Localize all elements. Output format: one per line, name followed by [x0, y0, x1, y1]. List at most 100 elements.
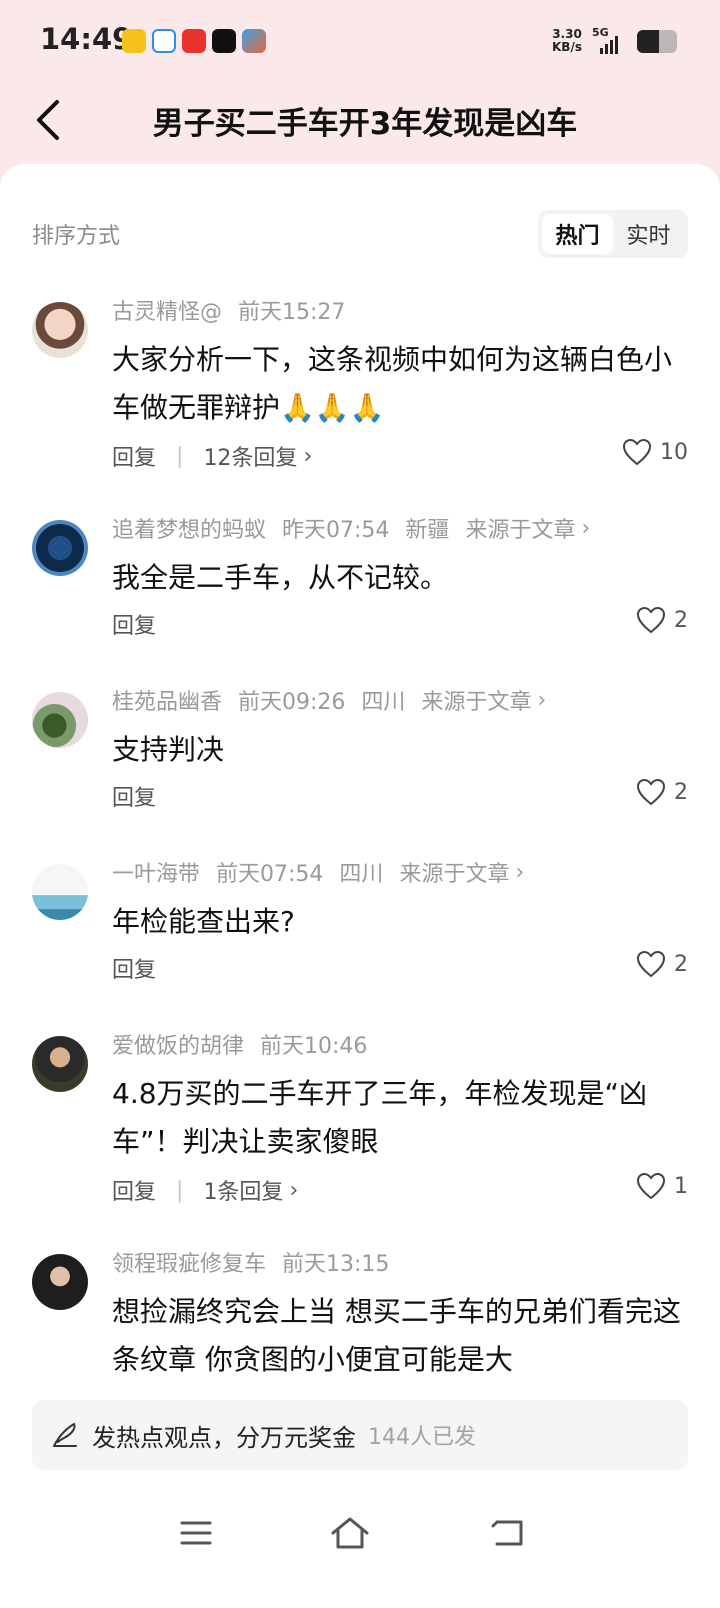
battery-icon — [637, 30, 677, 53]
avatar[interactable] — [32, 302, 88, 358]
menu-button[interactable] — [166, 1510, 226, 1556]
like-button[interactable]: 10 — [622, 438, 688, 466]
menu-icon — [180, 1521, 212, 1545]
comment-source-link[interactable]: 来源于文章 — [399, 856, 509, 888]
comments-panel: 排序方式 热门 实时 古灵精怪@ 前天15:27 大家分析一下，这条视频中如何为… — [0, 164, 720, 1608]
comment-time: 前天09:26 — [238, 690, 346, 715]
comment-username[interactable]: 爱做饭的胡律 — [112, 1028, 244, 1060]
chevron-right-icon: › — [581, 515, 591, 541]
status-time: 14:49 — [40, 22, 133, 56]
comment-source-link[interactable]: 来源于文章 — [421, 684, 531, 716]
comment-meta: 桂苑品幽香 前天09:26 四川 来源于文章 › — [112, 684, 562, 716]
comment-actions: 回复 — [112, 780, 156, 812]
comment-time: 前天15:27 — [238, 300, 346, 325]
divider: | — [176, 1177, 184, 1203]
comment-username[interactable]: 桂苑品幽香 — [112, 684, 222, 716]
heart-icon — [636, 606, 666, 634]
view-replies-link[interactable]: 1条回复 — [203, 1174, 283, 1206]
comment-meta: 古灵精怪@ 前天15:27 — [112, 294, 361, 326]
view-replies-link[interactable]: 12条回复 — [203, 440, 297, 472]
reply-button[interactable]: 回复 — [112, 952, 156, 984]
like-button[interactable]: 1 — [636, 1172, 688, 1200]
like-button[interactable]: 2 — [636, 606, 688, 634]
comment-source-link[interactable]: 来源于文章 — [465, 512, 575, 544]
avatar[interactable] — [32, 1254, 88, 1310]
chevron-right-icon: › — [515, 859, 525, 885]
comment-text[interactable]: 我全是二手车，从不记较。 — [112, 554, 684, 602]
status-bar: 14:49 3.30 KB/s 5G — [0, 0, 720, 84]
comment-username[interactable]: 领程瑕疵修复车 — [112, 1246, 266, 1278]
avatar[interactable] — [32, 864, 88, 920]
system-navbar — [0, 1490, 720, 1608]
avatar[interactable] — [32, 520, 88, 576]
comment-actions: 回复 | 12条回复 › — [112, 440, 312, 472]
comment-meta: 爱做饭的胡律 前天10:46 — [112, 1028, 383, 1060]
network-speed: 3.30 KB/s — [552, 28, 582, 54]
comment-username[interactable]: 一叶海带 — [112, 856, 200, 888]
like-count: 2 — [674, 607, 688, 633]
chevron-right-icon: › — [537, 687, 547, 713]
back-icon — [491, 1520, 523, 1546]
reply-button[interactable]: 回复 — [112, 608, 156, 640]
comment-location: 四川 — [361, 690, 406, 715]
post-count: 144人已发 — [368, 1425, 476, 1450]
like-count: 10 — [660, 439, 688, 465]
page-title: 男子买二手车开3年发现是凶车 — [152, 106, 578, 142]
comment-username[interactable]: 追着梦想的蚂蚁 — [112, 512, 266, 544]
like-count: 2 — [674, 779, 688, 805]
comment-meta: 一叶海带 前天07:54 四川 来源于文章 › — [112, 856, 540, 888]
network-speed-unit: KB/s — [552, 40, 582, 54]
reply-button[interactable]: 回复 — [112, 440, 156, 472]
comment-location: 新疆 — [405, 518, 450, 543]
sort-option-latest[interactable]: 实时 — [613, 214, 684, 254]
heart-icon — [636, 1172, 666, 1200]
tiktok-icon — [212, 29, 236, 53]
comment-time: 前天13:15 — [282, 1252, 390, 1277]
back-nav-button[interactable] — [478, 1510, 538, 1556]
app-notification-icon — [122, 29, 146, 53]
chevron-right-icon: › — [303, 443, 313, 469]
comment-time: 昨天07:54 — [282, 518, 390, 543]
sort-option-hot[interactable]: 热门 — [542, 214, 613, 254]
sort-toggle: 热门 实时 — [538, 210, 688, 258]
heart-icon — [636, 950, 666, 978]
like-count: 2 — [674, 951, 688, 977]
comment-actions: 回复 — [112, 608, 156, 640]
like-count: 1 — [674, 1173, 688, 1199]
comment-location: 四川 — [339, 862, 384, 887]
comment-time: 前天07:54 — [216, 862, 324, 887]
sort-row: 排序方式 热门 实时 — [32, 210, 688, 258]
like-button[interactable]: 2 — [636, 950, 688, 978]
reply-button[interactable]: 回复 — [112, 1174, 156, 1206]
comment-text[interactable]: 大家分析一下，这条视频中如何为这辆白色小车做无罪辩护🙏🙏🙏 — [112, 336, 684, 432]
comment-text[interactable]: 年检能查出来? — [112, 898, 684, 946]
post-opinion-bar[interactable]: 发热点观点，分万元奖金 144人已发 — [32, 1400, 688, 1470]
app-notification-icon — [152, 29, 176, 53]
heart-icon — [622, 438, 652, 466]
comment-time: 前天10:46 — [260, 1034, 368, 1059]
like-button[interactable]: 2 — [636, 778, 688, 806]
avatar[interactable] — [32, 692, 88, 748]
chevron-right-icon: › — [289, 1177, 299, 1203]
notification-icons — [122, 29, 266, 53]
divider: | — [176, 443, 184, 469]
comment-username[interactable]: 古灵精怪@ — [112, 294, 222, 326]
reply-button[interactable]: 回复 — [112, 780, 156, 812]
heart-icon — [636, 778, 666, 806]
header: 男子买二手车开3年发现是凶车 — [0, 84, 720, 164]
post-opinion-text: 发热点观点，分万元奖金 — [92, 1423, 356, 1452]
comment-meta: 领程瑕疵修复车 前天13:15 — [112, 1246, 405, 1278]
comment-text[interactable]: 支持判决 — [112, 726, 684, 774]
home-icon — [331, 1517, 369, 1549]
comment-actions: 回复 — [112, 952, 156, 984]
comment-text[interactable]: 4.8万买的二手车开了三年，年检发现是“凶车”！判决让卖家傻眼 — [112, 1070, 684, 1166]
comment-text[interactable]: 想捡漏终究会上当 想买二手车的兄弟们看完这条纹章 你贪图的小便宜可能是大 — [112, 1288, 684, 1384]
app-notification-icon — [182, 29, 206, 53]
game-app-icon — [242, 29, 266, 53]
comment-meta: 追着梦想的蚂蚁 昨天07:54 新疆 来源于文章 › — [112, 512, 606, 544]
sort-label: 排序方式 — [32, 224, 121, 249]
comment-actions: 回复 | 1条回复 › — [112, 1174, 298, 1206]
signal-icon: 5G — [592, 26, 620, 54]
home-button[interactable] — [320, 1510, 380, 1556]
avatar[interactable] — [32, 1036, 88, 1092]
